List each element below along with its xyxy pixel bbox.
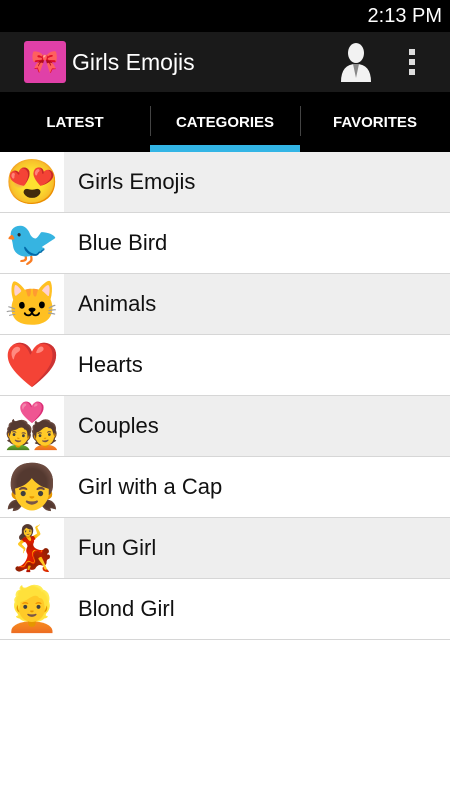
list-item-label: Girl with a Cap	[78, 474, 223, 499]
tab-favorites[interactable]: FAVORITES	[300, 92, 450, 152]
girl-emoji-icon: 😍	[0, 152, 64, 212]
list-item-couples[interactable]: 💑 Couples	[0, 396, 450, 457]
status-time: 2:13 PM	[367, 4, 442, 27]
list-item-girl-with-a-cap[interactable]: 👧 Girl with a Cap	[0, 457, 450, 518]
list-item-label: Blue Bird	[78, 230, 168, 255]
list-item-animals[interactable]: 🐱 Animals	[0, 274, 450, 335]
app-title: Girls Emojis	[72, 48, 195, 75]
blond-girl-icon: 👱	[0, 579, 64, 639]
tab-bar: LATEST CATEGORIES FAVORITES	[0, 92, 450, 152]
list-item-blue-bird[interactable]: 🐦 Blue Bird	[0, 213, 450, 274]
list-item-label: Animals	[78, 291, 157, 316]
action-bar: 🎀 Girls Emojis	[0, 32, 450, 92]
list-item-blond-girl[interactable]: 👱 Blond Girl	[0, 579, 450, 640]
list-item-label: Couples	[78, 413, 159, 438]
tab-latest[interactable]: LATEST	[0, 92, 150, 152]
list-item-label: Blond Girl	[78, 596, 175, 621]
tab-categories[interactable]: CATEGORIES	[150, 92, 300, 152]
list-item-girls-emojis[interactable]: 😍 Girls Emojis	[0, 152, 450, 213]
list-item-hearts[interactable]: ❤️ Hearts	[0, 335, 450, 396]
blue-bird-icon: 🐦	[0, 213, 64, 273]
category-list: 😍 Girls Emojis 🐦 Blue Bird 🐱 Animals ❤️ …	[0, 152, 450, 640]
girl-cap-icon: 👧	[0, 457, 64, 517]
list-item-label: Hearts	[78, 352, 143, 377]
couple-icon: 💑	[0, 396, 64, 456]
profile-button[interactable]	[328, 34, 384, 90]
cat-icon: 🐱	[0, 274, 64, 334]
list-item-fun-girl[interactable]: 💃 Fun Girl	[0, 518, 450, 579]
more-vert-icon	[409, 49, 415, 75]
app-logo-icon: 🎀	[24, 41, 66, 83]
overflow-menu-button[interactable]	[384, 34, 440, 90]
status-bar: 2:13 PM	[0, 0, 450, 32]
person-icon	[341, 43, 371, 82]
list-item-label: Girls Emojis	[78, 169, 196, 194]
heart-icon: ❤️	[0, 335, 64, 395]
list-item-label: Fun Girl	[78, 535, 157, 560]
fun-girl-icon: 💃	[0, 518, 64, 578]
